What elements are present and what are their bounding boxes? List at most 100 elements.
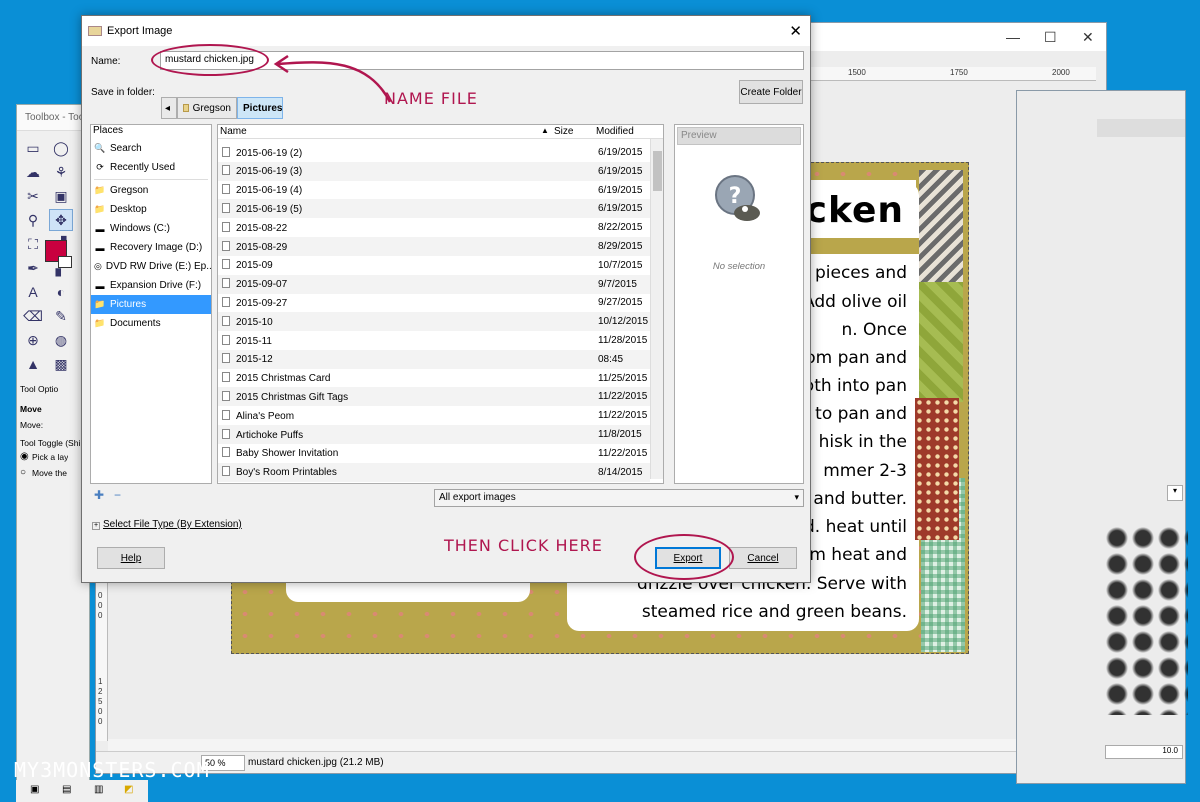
file-row[interactable]: 2015-08-29 8/29/2015 bbox=[218, 237, 650, 256]
horizontal-scrollbar[interactable] bbox=[108, 739, 1096, 751]
file-row[interactable]: 2015-10 10/12/2015 bbox=[218, 312, 650, 332]
svg-text:?: ? bbox=[729, 184, 742, 209]
place-recovery-d[interactable]: ▬ Recovery Image (D:) bbox=[91, 238, 211, 257]
spacing-field[interactable]: 10.0 bbox=[1105, 745, 1183, 759]
image-icon[interactable]: ▤ bbox=[62, 784, 74, 796]
crop-icon[interactable]: ⛶ bbox=[21, 233, 45, 255]
place-gregson[interactable]: 📁 Gregson bbox=[91, 181, 211, 200]
refresh-icon[interactable]: ◩ bbox=[124, 784, 136, 796]
file-row[interactable]: 2015-09-27 9/27/2015 bbox=[218, 293, 650, 312]
file-list-scrollbar[interactable] bbox=[650, 139, 663, 479]
free-select-icon[interactable]: ☁ bbox=[21, 161, 45, 183]
add-bookmark-icon[interactable]: ✚ bbox=[94, 488, 104, 502]
bucket-fill-icon[interactable]: ◐ bbox=[49, 281, 73, 303]
save-icon[interactable]: ▣ bbox=[30, 784, 42, 796]
place-desktop[interactable]: 📁 Desktop bbox=[91, 200, 211, 219]
place-pictures[interactable]: 📁 Pictures bbox=[91, 295, 211, 314]
create-folder-button[interactable]: Create Folder bbox=[739, 80, 803, 104]
file-row[interactable]: Boy's Room Printables 8/14/2015 bbox=[218, 462, 650, 482]
help-button[interactable]: Help bbox=[97, 547, 165, 569]
crumb-gregson[interactable]: Gregson bbox=[177, 97, 237, 119]
sort-ascending-icon[interactable]: ▲ bbox=[541, 126, 549, 135]
scrollbar-thumb[interactable] bbox=[653, 151, 662, 191]
file-modified: 10/7/2015 bbox=[598, 259, 643, 271]
file-row[interactable]: Alina's Peom 11/22/2015 bbox=[218, 406, 650, 425]
file-name-text: 2015-08-22 bbox=[236, 222, 288, 234]
dodge-icon[interactable]: ▩ bbox=[49, 353, 73, 375]
scissors-icon[interactable]: ✂ bbox=[21, 185, 45, 207]
file-row[interactable]: 2015-09 10/7/2015 bbox=[218, 256, 650, 275]
no-selection-text: No selection bbox=[712, 261, 766, 272]
brush-icon[interactable]: ✎ bbox=[49, 305, 73, 327]
option-pick-layer[interactable]: Pick a lay bbox=[32, 452, 68, 462]
place-expansion-f[interactable]: ▬ Expansion Drive (F:) bbox=[91, 276, 211, 295]
brush-palette[interactable] bbox=[1104, 525, 1188, 715]
place-search[interactable]: 🔍 Search bbox=[91, 139, 211, 158]
smudge-icon[interactable]: ▲ bbox=[21, 353, 45, 375]
close-icon[interactable]: ✕ bbox=[789, 22, 802, 40]
dock-dropdown[interactable]: ▾ bbox=[1167, 485, 1183, 501]
column-modified[interactable]: Modified bbox=[596, 126, 634, 137]
file-name-text: Alina's Peom bbox=[236, 410, 295, 422]
place-label: Windows (C:) bbox=[110, 223, 171, 234]
column-size[interactable]: Size bbox=[554, 126, 573, 137]
clone-icon[interactable]: ⊕ bbox=[21, 329, 45, 351]
select-file-type-expander[interactable]: + Select File Type (By Extension) bbox=[92, 519, 242, 530]
place-dvd-e[interactable]: ◎ DVD RW Drive (E:) Ep... bbox=[91, 257, 211, 276]
fuzzy-select-icon[interactable]: ⚘ bbox=[49, 161, 73, 183]
file-name: Artichoke Puffs bbox=[222, 428, 303, 441]
ruler-label: 0 bbox=[98, 591, 103, 600]
option-move-the[interactable]: Move the bbox=[32, 468, 67, 478]
foreground-select-icon[interactable]: ▣ bbox=[49, 185, 73, 207]
file-row[interactable]: 2015-06-19 (5) 6/19/2015 bbox=[218, 199, 650, 219]
file-row[interactable]: 2015-06-19 (3) 6/19/2015 bbox=[218, 161, 650, 181]
file-modified: 11/22/2015 bbox=[598, 391, 648, 403]
cancel-button[interactable]: Cancel bbox=[729, 547, 797, 569]
file-row[interactable]: 2015 Christmas Gift Tags 11/22/2015 bbox=[218, 387, 650, 407]
file-modified: 6/19/2015 bbox=[598, 165, 643, 177]
radio-unchecked-icon[interactable]: ○ bbox=[20, 467, 26, 478]
file-row[interactable]: 2015 Christmas Card 11/25/2015 bbox=[218, 369, 650, 388]
folder-icon: 📁 bbox=[94, 299, 106, 309]
file-name: Baby Shower Invitation bbox=[222, 447, 338, 459]
place-documents[interactable]: 📁 Documents bbox=[91, 314, 211, 333]
rect-select-icon[interactable]: ▭ bbox=[21, 137, 45, 159]
close-icon[interactable]: ✕ bbox=[1082, 29, 1094, 46]
document-icon bbox=[222, 240, 230, 251]
maximize-icon[interactable]: ☐ bbox=[1044, 29, 1057, 46]
eraser-icon[interactable]: ⌫ bbox=[21, 305, 45, 327]
file-row[interactable]: 2015-08-22 8/22/2015 bbox=[218, 218, 650, 237]
file-filter-select[interactable]: All export images ▾ bbox=[434, 489, 804, 507]
ellipse-select-icon[interactable]: ◯ bbox=[49, 137, 73, 159]
heal-icon[interactable]: ◍ bbox=[49, 329, 73, 351]
file-name: 2015-09-07 bbox=[222, 278, 287, 290]
file-row[interactable]: Artichoke Puffs 11/8/2015 bbox=[218, 425, 650, 444]
trash-icon[interactable]: ▥ bbox=[94, 784, 106, 796]
file-row[interactable]: Baby Shower Invitation 11/22/2015 bbox=[218, 444, 650, 463]
file-row[interactable]: 2015-09-07 9/7/2015 bbox=[218, 274, 650, 294]
place-windows-c[interactable]: ▬ Windows (C:) bbox=[91, 219, 211, 238]
crumb-back-button[interactable]: ◂ bbox=[161, 97, 177, 119]
pen-icon[interactable]: ✒ bbox=[21, 257, 45, 279]
save-in-label: Save in folder: bbox=[91, 87, 155, 98]
move-tool-icon[interactable]: ✥ bbox=[49, 209, 73, 231]
background-color-swatch[interactable] bbox=[58, 256, 72, 268]
file-row[interactable]: 2015-06-19 (2) 6/19/2015 bbox=[218, 143, 650, 162]
crumb-label: Gregson bbox=[192, 102, 231, 114]
file-row[interactable]: 2015-06-19 (4) 6/19/2015 bbox=[218, 181, 650, 200]
remove-bookmark-icon[interactable]: − bbox=[114, 488, 121, 502]
tool-toggle-label: Tool Toggle (Shi bbox=[20, 438, 81, 448]
minimize-icon[interactable]: — bbox=[1006, 29, 1020, 45]
file-row[interactable]: 2015-12 08:45 bbox=[218, 349, 650, 369]
place-recently-used[interactable]: ⟳ Recently Used bbox=[91, 158, 211, 177]
file-name: 2015-08-29 bbox=[222, 240, 287, 253]
paths-icon[interactable]: ⚲ bbox=[21, 209, 45, 231]
document-icon bbox=[222, 202, 230, 213]
radio-checked-icon[interactable]: ◉ bbox=[20, 451, 29, 462]
text-tool-icon[interactable]: A bbox=[21, 281, 45, 303]
file-row[interactable]: 2015-11 11/28/2015 bbox=[218, 331, 650, 350]
file-name-text: 2015-09-27 bbox=[236, 297, 288, 309]
ruler-label: 0 bbox=[98, 717, 103, 726]
document-icon bbox=[222, 165, 230, 176]
column-name[interactable]: Name bbox=[220, 126, 247, 137]
